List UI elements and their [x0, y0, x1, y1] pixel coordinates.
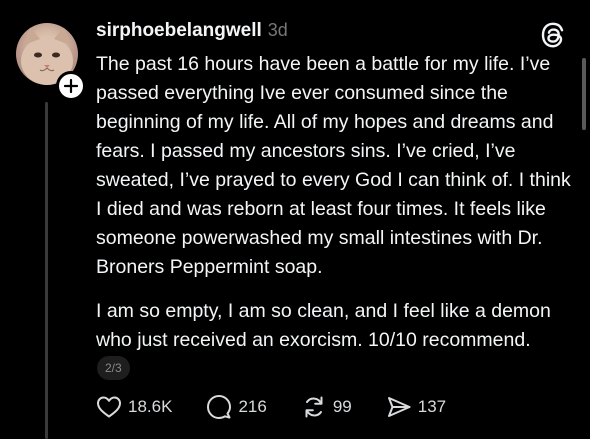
reply-button[interactable]: 216 — [206, 394, 267, 420]
follow-button[interactable] — [56, 71, 86, 101]
post-paragraph: I am so empty, I am so clean, and I feel… — [96, 300, 551, 351]
carousel-page-indicator: 2/3 — [97, 356, 130, 380]
thread-post: sirphoebelangwell 3d The past 16 hours h… — [0, 0, 590, 439]
threads-logo-icon[interactable] — [541, 22, 565, 48]
plus-icon — [64, 79, 78, 93]
heart-icon — [97, 396, 121, 418]
post-body: The past 16 hours have been a battle for… — [96, 50, 576, 355]
repost-count: 99 — [332, 397, 352, 416]
share-button[interactable]: 137 — [386, 395, 446, 419]
comment-icon — [207, 395, 232, 419]
like-button[interactable]: 18.6K — [96, 395, 172, 419]
username[interactable]: sirphoebelangwell — [96, 20, 262, 42]
post-header: sirphoebelangwell 3d — [96, 20, 288, 48]
action-bar: 18.6K 216 99 137 — [96, 392, 446, 422]
post-paragraph: The past 16 hours have been a battle for… — [96, 53, 571, 278]
thread-connector-line — [45, 102, 48, 439]
share-count: 137 — [417, 397, 447, 416]
scrollbar[interactable] — [582, 58, 586, 130]
repost-button[interactable]: 99 — [301, 394, 352, 420]
repost-icon — [305, 396, 323, 418]
like-count: 18.6K — [128, 397, 173, 416]
reply-count: 216 — [238, 397, 267, 416]
post-timestamp[interactable]: 3d — [268, 20, 288, 41]
send-icon — [387, 397, 411, 417]
